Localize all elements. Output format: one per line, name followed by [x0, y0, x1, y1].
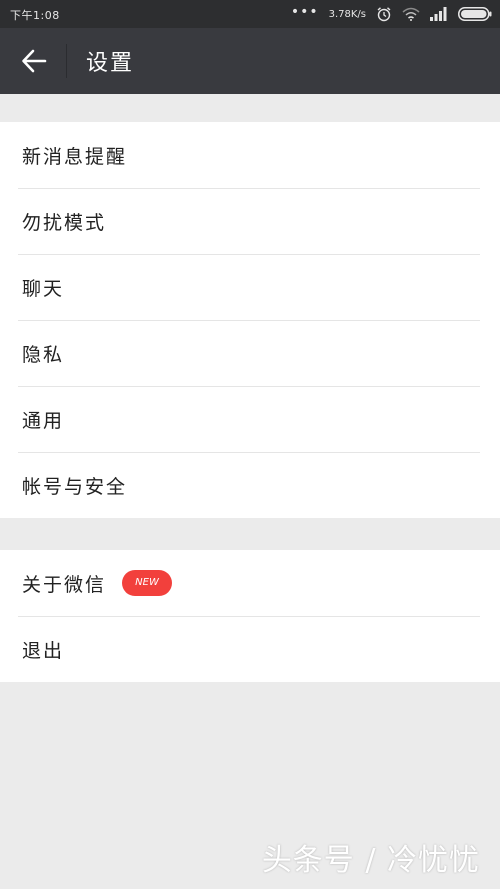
menu-item-general[interactable]: 通用 — [0, 386, 500, 452]
menu-item-account-security[interactable]: 帐号与安全 — [0, 452, 500, 518]
menu-item-label: 通用 — [22, 409, 65, 432]
network-speed: 3.78K/s — [328, 8, 366, 20]
watermark: 头条号 / 冷忧忧 — [261, 843, 480, 878]
menu-item-label: 聊天 — [22, 277, 65, 300]
menu-item-new-message-alerts[interactable]: 新消息提醒 — [0, 122, 500, 188]
status-bar: 下午1:08 ••• 3.78K/s — [0, 0, 500, 28]
settings-group-main: 新消息提醒 勿扰模式 聊天 隐私 通用 帐号与安全 — [0, 122, 500, 518]
menu-item-label: 新消息提醒 — [22, 145, 128, 168]
menu-item-label: 关于微信 — [22, 573, 107, 596]
status-icons: ••• 3.78K/s — [290, 4, 492, 23]
battery-icon — [458, 7, 492, 21]
new-badge: NEW — [122, 570, 173, 596]
toolbar-divider — [66, 44, 67, 78]
status-time: 下午1:08 — [10, 9, 60, 22]
arrow-left-icon — [22, 49, 47, 73]
menu-item-label: 退出 — [22, 639, 65, 662]
back-button[interactable] — [14, 46, 54, 76]
menu-item-about-wechat[interactable]: 关于微信 NEW — [0, 550, 500, 616]
menu-item-do-not-disturb[interactable]: 勿扰模式 — [0, 188, 500, 254]
menu-item-privacy[interactable]: 隐私 — [0, 320, 500, 386]
alarm-icon — [376, 6, 392, 22]
notification-dots: ••• — [290, 4, 319, 20]
page-title: 设置 — [86, 51, 135, 76]
settings-group-secondary: 关于微信 NEW 退出 — [0, 550, 500, 682]
menu-item-chat[interactable]: 聊天 — [0, 254, 500, 320]
wifi-icon — [402, 7, 420, 21]
menu-item-label: 勿扰模式 — [22, 211, 107, 234]
menu-item-label: 隐私 — [22, 343, 65, 366]
menu-item-logout[interactable]: 退出 — [0, 616, 500, 682]
signal-icon — [430, 7, 448, 21]
toolbar: 设置 — [0, 28, 500, 94]
menu-item-label: 帐号与安全 — [22, 475, 128, 498]
